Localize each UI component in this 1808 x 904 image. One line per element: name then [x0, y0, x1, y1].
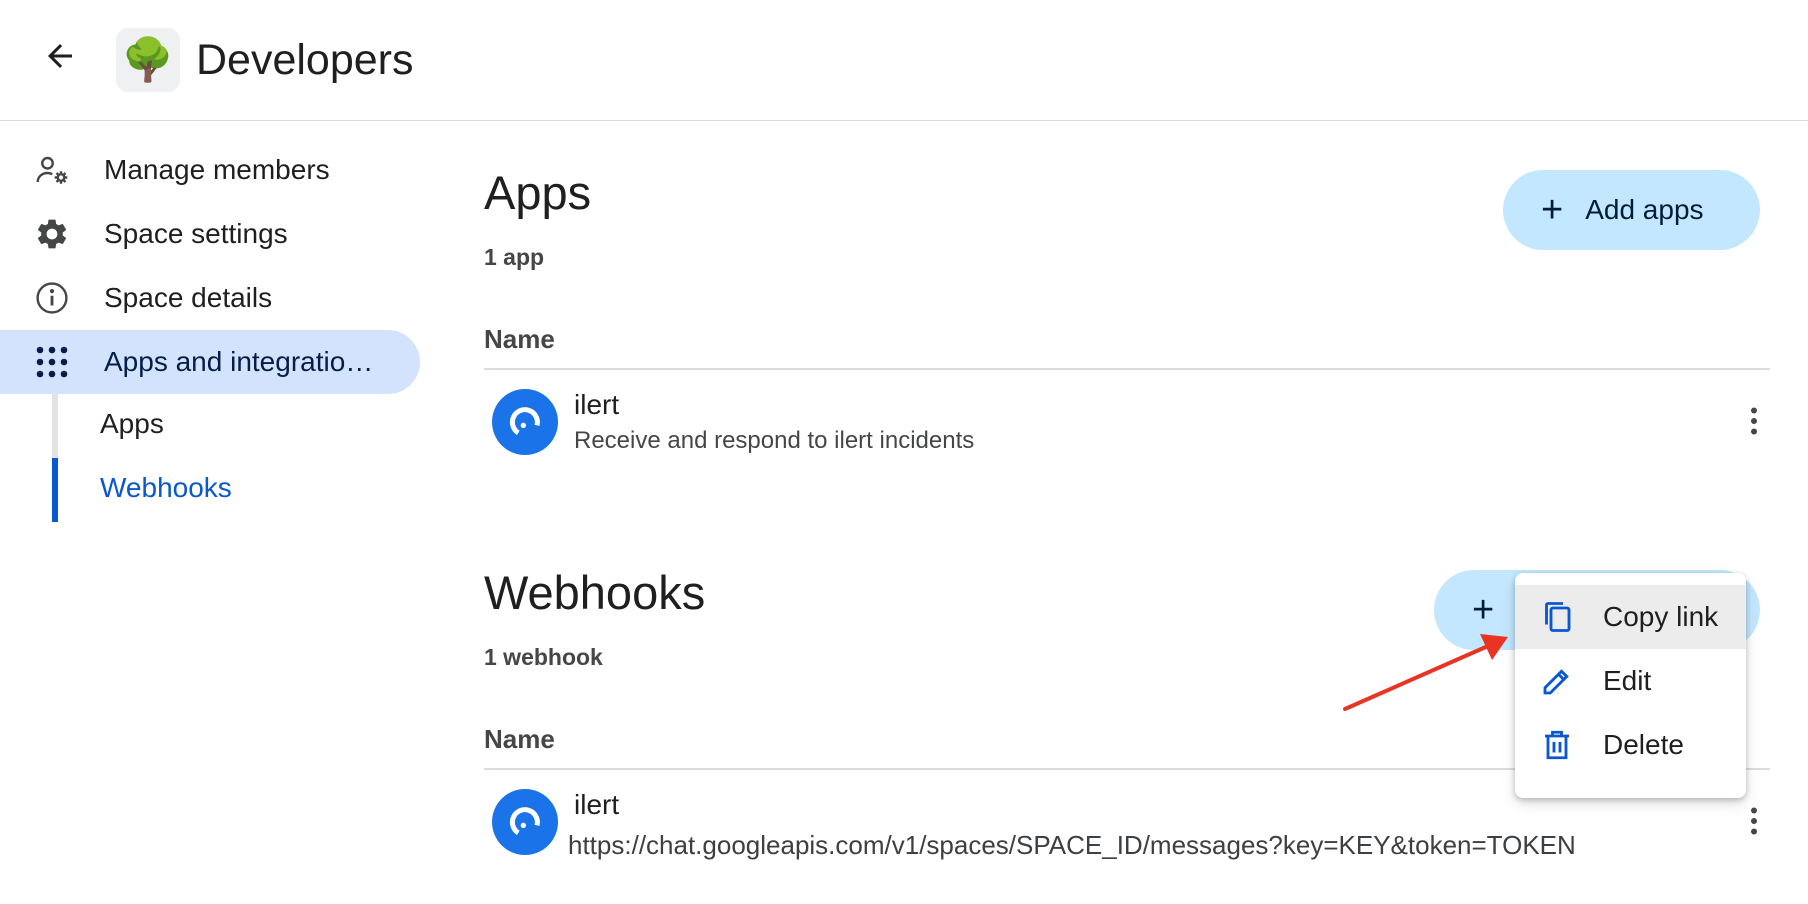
copy-icon [1539, 599, 1575, 635]
menu-item-copy-link[interactable]: Copy link [1515, 585, 1746, 649]
ilert-logo-icon [509, 407, 540, 435]
webhooks-column-header-name: Name [484, 724, 555, 754]
apps-column-header-name: Name [484, 324, 555, 354]
apps-section-title: Apps [484, 166, 592, 219]
apps-header-divider [484, 368, 1770, 370]
plus-icon: + [1472, 589, 1495, 631]
sidebar-item-apps-and-integrations[interactable]: Apps and integratio… [0, 330, 420, 394]
menu-item-label: Delete [1603, 729, 1684, 760]
webhook-more-options-button[interactable] [1730, 797, 1778, 845]
gear-icon [34, 216, 70, 252]
ilert-app-avatar [492, 389, 558, 455]
space-avatar: 🌳 [116, 28, 180, 92]
plus-icon: + [1541, 189, 1564, 231]
add-apps-label: Add apps [1585, 194, 1704, 225]
sidebar-item-space-settings[interactable]: Space settings [0, 202, 420, 266]
tree-emoji-icon: 🌳 [121, 36, 175, 83]
pencil-icon [1539, 663, 1575, 699]
arrow-back-icon [48, 44, 72, 68]
app-name: ilert [574, 389, 620, 420]
menu-item-delete[interactable]: Delete [1515, 713, 1746, 777]
subnav-rail [52, 394, 58, 458]
sidebar-item-label: Manage members [104, 154, 330, 185]
app-description: Receive and respond to ilert incidents [574, 427, 975, 454]
ilert-webhook-avatar [492, 789, 558, 855]
top-bar: 🌳 Developers [0, 0, 1808, 121]
info-icon [34, 280, 70, 316]
webhook-url: https://chat.googleapis.com/v1/spaces/SP… [568, 830, 1576, 860]
sidebar-item-label: Space settings [104, 218, 288, 249]
menu-item-label: Copy link [1603, 601, 1719, 632]
menu-item-edit[interactable]: Edit [1515, 649, 1746, 713]
apps-grid-icon [34, 344, 70, 380]
sidebar-item-space-details[interactable]: Space details [0, 266, 420, 330]
more-vert-icon [1751, 807, 1757, 835]
add-apps-button[interactable]: + Add apps [1503, 170, 1760, 250]
webhook-context-menu: Copy link Edit Delete [1515, 573, 1746, 798]
more-vert-icon [1751, 407, 1757, 435]
subnav-item-webhooks[interactable]: Webhooks [100, 471, 232, 505]
webhook-name: ilert [574, 789, 620, 820]
app-more-options-button[interactable] [1730, 397, 1778, 445]
subnav-rail-active [52, 458, 58, 522]
apps-count: 1 app [484, 244, 545, 270]
sidebar-item-manage-members[interactable]: Manage members [0, 138, 420, 202]
space-title: Developers [196, 36, 414, 84]
sidebar-item-label: Apps and integratio… [104, 346, 374, 377]
trash-icon [1539, 727, 1575, 763]
back-button[interactable] [32, 28, 88, 84]
subnav-item-apps[interactable]: Apps [100, 407, 164, 441]
sidebar-item-label: Space details [104, 282, 273, 313]
manage-members-icon [34, 152, 70, 188]
ilert-logo-icon [509, 807, 540, 835]
webhooks-count: 1 webhook [484, 644, 603, 670]
webhooks-section-title: Webhooks [484, 566, 706, 619]
menu-item-label: Edit [1603, 665, 1652, 696]
